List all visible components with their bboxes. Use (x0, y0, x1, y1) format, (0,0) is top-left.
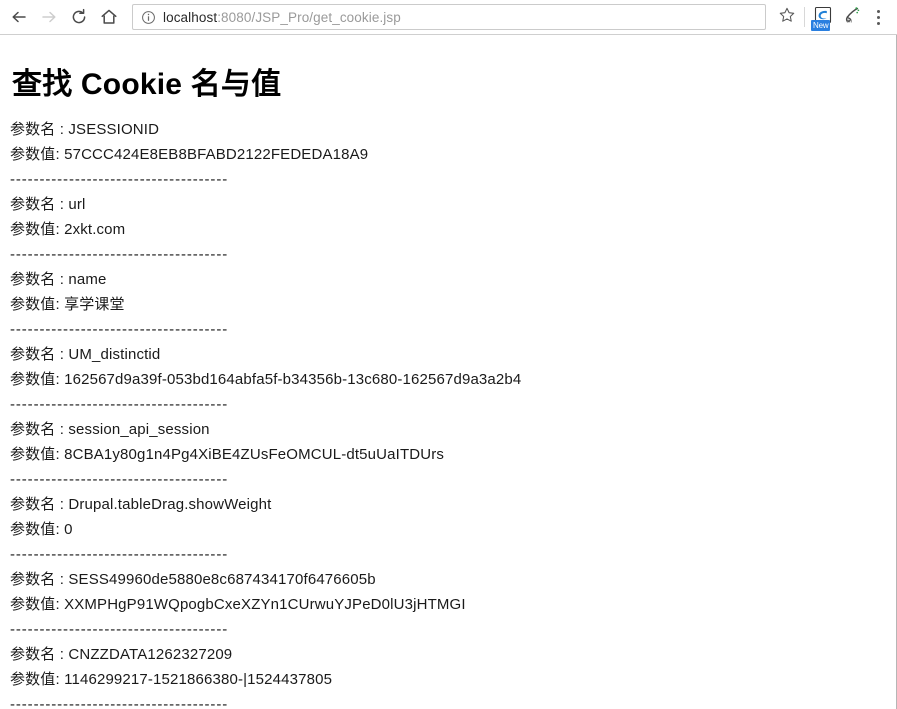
star-icon (778, 6, 796, 29)
cookie-value-line: 参数值: XXMPHgP91WQpogbCxeXZYn1CUrwuYJPeD0l… (10, 592, 888, 617)
svg-text:en: en (846, 18, 852, 24)
address-bar[interactable]: localhost:8080/JSP_Pro/get_cookie.jsp (132, 4, 766, 30)
cookie-name-value: name (68, 271, 107, 288)
cookie-separator: ------------------------------------- (10, 246, 229, 263)
cookie-name-value: JSESSIONID (68, 121, 160, 138)
browser-menu-button[interactable] (865, 3, 891, 31)
cookie-value-line: 参数值: 1146299217-1521866380-|1524437805 (10, 667, 888, 692)
cookie-name-label: 参数名 : (10, 121, 69, 138)
extension-button-translate[interactable]: en (837, 3, 865, 31)
cookie-name-label: 参数名 : (10, 421, 69, 438)
cookie-value-line: 参数值: 162567d9a39f-053bd164abfa5f-b34356b… (10, 367, 888, 392)
cookie-entry: 参数名 : JSESSIONID 参数值: 57CCC424E8EB8BFABD2… (10, 117, 888, 192)
cookie-name-line: 参数名 : UM_distinctid (10, 342, 888, 367)
cookie-separator: ------------------------------------- (10, 621, 229, 638)
page-viewport: 查找 Cookie 名与值 参数名 : JSESSIONID 参数值: 57CCC… (0, 35, 897, 709)
cookie-value-value: 2xkt.com (64, 221, 126, 238)
cookie-name-value: session_api_session (68, 421, 210, 438)
cookie-separator: ------------------------------------- (10, 546, 229, 563)
cookie-value-label: 参数值: (10, 221, 65, 238)
url-text: localhost:8080/JSP_Pro/get_cookie.jsp (163, 10, 401, 25)
cookie-name-value: Drupal.tableDrag.showWeight (68, 496, 272, 513)
cookie-separator: ------------------------------------- (10, 171, 229, 188)
cookie-name-label: 参数名 : (10, 646, 69, 663)
info-circle-icon[interactable] (141, 10, 156, 25)
translate-pen-icon: en (841, 5, 861, 30)
toolbar-divider (804, 7, 805, 27)
cookie-entry: 参数名 : name 参数值: 享学课堂 ---------------------… (10, 267, 888, 342)
cookie-value-label: 参数值: (10, 596, 65, 613)
cookie-value-value: XXMPHgP91WQpogbCxeXZYn1CUrwuYJPeD0lU3jHT… (64, 596, 466, 613)
cookie-entry: 参数名 : CNZZDATA1262327209 参数值: 1146299217-… (10, 642, 888, 709)
cookie-name-line: 参数名 : url (10, 192, 888, 217)
cookie-name-line: 参数名 : Drupal.tableDrag.showWeight (10, 492, 888, 517)
cookie-value-value: 0 (64, 521, 73, 538)
url-host: localhost (163, 9, 218, 25)
bookmark-button[interactable] (774, 4, 800, 30)
cookie-entry: 参数名 : UM_distinctid 参数值: 162567d9a39f-053… (10, 342, 888, 417)
cookie-value-line: 参数值: 0 (10, 517, 888, 542)
url-path: :8080/JSP_Pro/get_cookie.jsp (217, 9, 401, 25)
cookie-value-value: 57CCC424E8EB8BFABD2122FEDEDA18A9 (64, 146, 369, 163)
cookie-value-label: 参数值: (10, 446, 65, 463)
extension-new-badge: New (811, 20, 831, 31)
cookie-separator: ------------------------------------- (10, 471, 229, 488)
cookie-value-label: 参数值: (10, 671, 65, 688)
cookie-value-label: 参数值: (10, 146, 65, 163)
cookie-name-value: CNZZDATA1262327209 (68, 646, 233, 663)
cookie-value-value: 享学课堂 (64, 296, 125, 313)
cookie-value-line: 参数值: 8CBA1y80g1n4Pg4XiBE4ZUsFeOMCUL-dt5u… (10, 442, 888, 467)
cookie-value-label: 参数值: (10, 521, 65, 538)
page-content: 查找 Cookie 名与值 参数名 : JSESSIONID 参数值: 57CCC… (0, 35, 896, 709)
cookie-entry: 参数名 : url 参数值: 2xkt.com ------------------… (10, 192, 888, 267)
cookie-name-value: UM_distinctid (68, 346, 161, 363)
cookie-separator: ------------------------------------- (10, 396, 229, 413)
forward-button[interactable] (34, 2, 64, 32)
home-icon (99, 7, 119, 27)
cookie-name-label: 参数名 : (10, 571, 69, 588)
reload-icon (69, 7, 89, 27)
reload-button[interactable] (64, 2, 94, 32)
cookie-entry: 参数名 : session_api_session 参数值: 8CBA1y80g1… (10, 417, 888, 492)
cookie-separator: ------------------------------------- (10, 321, 229, 338)
cookie-value-label: 参数值: (10, 371, 65, 388)
cookie-name-line: 参数名 : session_api_session (10, 417, 888, 442)
cookie-list: 参数名 : JSESSIONID 参数值: 57CCC424E8EB8BFABD2… (10, 117, 888, 709)
browser-toolbar: localhost:8080/JSP_Pro/get_cookie.jsp Ne… (0, 0, 897, 35)
cookie-value-line: 参数值: 57CCC424E8EB8BFABD2122FEDEDA18A9 (10, 142, 888, 167)
page-title: 查找 Cookie 名与值 (12, 68, 282, 101)
cookie-name-line: 参数名 : JSESSIONID (10, 117, 888, 142)
cookie-name-label: 参数名 : (10, 271, 69, 288)
back-arrow-icon (9, 7, 29, 27)
cookie-value-value: 8CBA1y80g1n4Pg4XiBE4ZUsFeOMCUL-dt5uUaITD… (64, 446, 445, 463)
cookie-value-line: 参数值: 2xkt.com (10, 217, 888, 242)
cookie-value-label: 参数值: (10, 296, 65, 313)
back-button[interactable] (4, 2, 34, 32)
cookie-entry: 参数名 : Drupal.tableDrag.showWeight 参数值: 0-… (10, 492, 888, 567)
forward-arrow-icon (39, 7, 59, 27)
cookie-name-line: 参数名 : SESS49960de5880e8c687434170f647660… (10, 567, 888, 592)
cookie-value-value: 162567d9a39f-053bd164abfa5f-b34356b-13c6… (64, 371, 522, 388)
cookie-value-line: 参数值: 享学课堂 (10, 292, 888, 317)
cookie-separator: ------------------------------------- (10, 696, 229, 709)
cookie-value-value: 1146299217-1521866380-|1524437805 (64, 671, 333, 688)
three-dot-menu-icon (876, 9, 880, 25)
cookie-name-label: 参数名 : (10, 196, 69, 213)
cookie-name-label: 参数名 : (10, 496, 69, 513)
cookie-name-label: 参数名 : (10, 346, 69, 363)
cookie-name-line: 参数名 : CNZZDATA1262327209 (10, 642, 888, 667)
extension-button-new[interactable]: New (809, 3, 837, 31)
cookie-entry: 参数名 : SESS49960de5880e8c687434170f647660… (10, 567, 888, 642)
home-button[interactable] (94, 2, 124, 32)
cookie-name-value: SESS49960de5880e8c687434170f6476605b (68, 571, 376, 588)
cookie-name-value: url (68, 196, 86, 213)
cookie-name-line: 参数名 : name (10, 267, 888, 292)
